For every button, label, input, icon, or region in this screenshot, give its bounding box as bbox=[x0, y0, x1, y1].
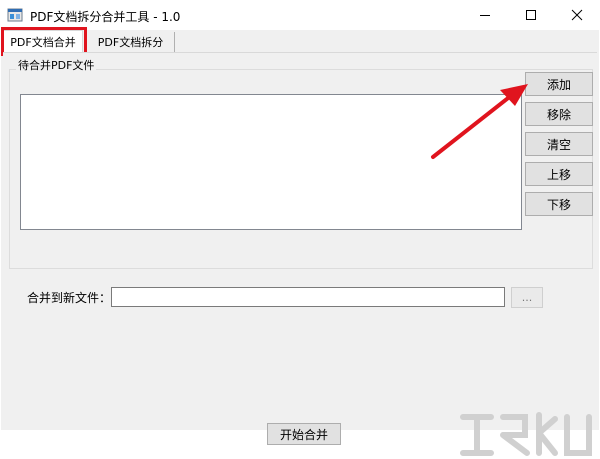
remove-button[interactable]: 移除 bbox=[525, 102, 593, 126]
window-title: PDF文档拆分合并工具 - 1.0 bbox=[30, 10, 181, 24]
close-icon bbox=[571, 9, 583, 21]
app-icon bbox=[7, 8, 23, 22]
tab-pdf-merge-label: PDF文档合并 bbox=[10, 35, 76, 49]
minimize-button[interactable] bbox=[462, 0, 508, 30]
title-bar: PDF文档拆分合并工具 - 1.0 bbox=[0, 0, 600, 30]
site-watermark bbox=[460, 412, 592, 456]
clear-button[interactable]: 清空 bbox=[525, 132, 593, 156]
pending-files-group: 添加 移除 清空 上移 下移 bbox=[9, 69, 593, 269]
start-merge-button[interactable]: 开始合并 bbox=[267, 423, 341, 445]
pending-files-label: 待合并PDF文件 bbox=[16, 57, 97, 73]
output-file-input[interactable] bbox=[111, 287, 505, 307]
merge-tab-page: 添加 移除 清空 上移 下移 待合并PDF文件 合并到新文件： ... 开始合并 bbox=[3, 52, 597, 456]
browse-button[interactable]: ... bbox=[511, 287, 543, 308]
minimize-icon bbox=[480, 15, 490, 16]
tab-pdf-split[interactable]: PDF文档拆分 bbox=[87, 32, 175, 52]
close-button[interactable] bbox=[554, 0, 600, 30]
maximize-button[interactable] bbox=[508, 0, 554, 30]
tab-pdf-split-label: PDF文档拆分 bbox=[97, 36, 164, 49]
pending-files-list[interactable] bbox=[20, 94, 522, 230]
maximize-icon bbox=[526, 10, 536, 20]
tab-strip: PDF文档合并 PDF文档拆分 bbox=[1, 27, 599, 56]
output-file-label: 合并到新文件： bbox=[27, 291, 112, 305]
tab-pdf-merge[interactable]: PDF文档合并 bbox=[3, 30, 83, 52]
client-area: PDF文档合并 PDF文档拆分 添加 移除 清空 上移 下移 待合并PDF文件 … bbox=[1, 27, 599, 456]
move-down-button[interactable]: 下移 bbox=[525, 192, 593, 216]
add-button[interactable]: 添加 bbox=[525, 72, 593, 96]
move-up-button[interactable]: 上移 bbox=[525, 162, 593, 186]
